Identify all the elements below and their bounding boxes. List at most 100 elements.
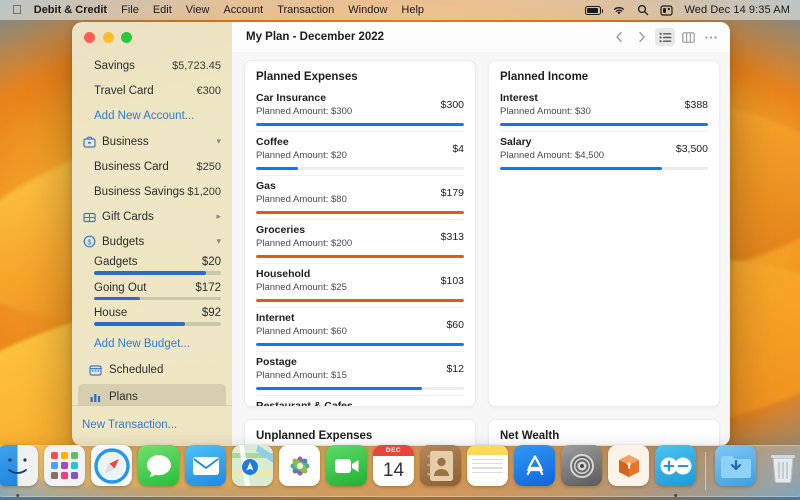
new-transaction-link[interactable]: New Transaction... [72,412,232,438]
gift-card-icon [82,210,96,224]
dock-item-notes[interactable] [467,445,508,492]
dock-item-trash[interactable] [762,445,800,492]
downloads-folder-icon[interactable] [715,445,756,486]
plan-row[interactable]: Coffee Planned Amount: $20 $4 [256,130,464,175]
sidebar-budget-gadgets[interactable]: Gadgets $20 [72,254,232,280]
chevron-down-icon[interactable]: ▾ [216,236,221,247]
calendar-icon[interactable]: DEC 14 [373,445,414,486]
minimize-button[interactable] [102,31,114,43]
sidebar-account-business-card[interactable]: Business Card $250 [72,154,232,179]
dock-item-launchpad[interactable] [44,445,85,492]
package-icon[interactable] [608,445,649,486]
plan-row[interactable]: Postage Planned Amount: $15 $12 [256,350,464,395]
plan-row-planned-amount: Planned Amount: $300 [256,106,353,118]
apple-logo-icon[interactable]:  [12,3,22,16]
dock-item-calendar[interactable]: DEC 14 [373,445,414,492]
messages-icon[interactable] [138,445,179,486]
plan-row[interactable]: Car Insurance Planned Amount: $300 $300 [256,91,464,131]
back-button[interactable] [609,28,629,46]
menu-item-view[interactable]: View [186,4,210,16]
maps-icon[interactable] [232,445,273,486]
plan-row[interactable]: Salary Planned Amount: $4,500 $3,500 [500,130,708,175]
search-icon[interactable] [637,4,649,16]
menubar-clock[interactable]: Wed Dec 14 9:35 AM [684,4,790,16]
add-new-budget-link[interactable]: Add New Budget... [72,331,232,357]
app-store-icon[interactable] [514,445,555,486]
card-net-wealth: Net Wealth [488,419,720,446]
dock-item-package[interactable] [608,445,649,492]
dock-item-system-settings[interactable] [561,445,602,492]
dock-item-debit-and-credit[interactable] [655,445,696,497]
plan-row[interactable]: Restaurant & CafesPlanned Amount: $70$78 [256,394,464,406]
sidebar-account-savings[interactable]: Savings $5,723.45 [72,53,232,78]
sidebar-account-travel-card[interactable]: Travel Card €300 [72,78,232,103]
sidebar-item-plans[interactable]: Plans [78,383,226,405]
menu-item-file[interactable]: File [121,4,139,16]
column-view-button[interactable] [678,28,698,46]
plan-row-progress-track [256,122,464,126]
account-name: Savings [94,59,135,72]
notes-icon[interactable] [467,445,508,486]
chevron-right-icon[interactable]: ▸ [216,211,221,222]
chevron-down-icon[interactable]: ▾ [216,136,221,147]
safari-icon[interactable] [91,445,132,486]
mail-icon[interactable] [185,445,226,486]
budget-amount: $172 [195,281,221,294]
dock-item-messages[interactable] [138,445,179,492]
account-name: Business Savings [94,185,185,198]
finder-icon[interactable] [0,445,38,486]
battery-icon[interactable] [585,5,604,15]
plan-row-actual-amount: $300 [440,99,464,111]
forward-button[interactable] [632,28,652,46]
dock-item-facetime[interactable] [326,445,367,492]
sidebar-scroll-area[interactable]: Savings $5,723.45 Travel Card €300 Add N… [72,52,232,405]
menu-item-account[interactable]: Account [223,4,263,16]
menu-item-window[interactable]: Window [348,4,387,16]
contacts-icon[interactable] [420,445,461,486]
trash-icon[interactable] [762,445,800,486]
plan-row[interactable]: Household Planned Amount: $25 $103 [256,262,464,307]
account-amount: €300 [196,84,221,97]
dock-item-finder[interactable] [0,445,38,497]
photos-icon[interactable] [279,445,320,486]
control-center-icon[interactable] [660,4,674,16]
budget-progress-fill [94,322,186,326]
more-options-button[interactable] [701,28,721,46]
menu-item-transaction[interactable]: Transaction [277,4,334,16]
plan-row[interactable]: Internet Planned Amount: $60 $60 [256,306,464,351]
wifi-icon[interactable] [612,5,626,16]
dock-item-safari[interactable] [91,445,132,492]
sidebar-item-scheduled[interactable]: Scheduled [78,357,226,384]
plan-row-actual-amount: $3,500 [675,142,708,155]
add-new-account-link[interactable]: Add New Account... [72,103,232,129]
sidebar-group-budgets[interactable]: $ Budgets ▾ [72,229,232,254]
menu-app-name[interactable]: Debit & Credit [34,4,107,16]
facetime-icon[interactable] [326,445,367,486]
dock-item-downloads-folder[interactable] [715,445,756,492]
dock-item-maps[interactable] [232,445,273,492]
plan-row-progress-fill [256,210,464,214]
plan-row[interactable]: Gas Planned Amount: $80 $179 [256,174,464,219]
sidebar-item-gift-cards[interactable]: Gift Cards ▸ [72,204,232,229]
sidebar-budget-house[interactable]: House $92 [72,305,232,331]
plan-row[interactable]: Groceries Planned Amount: $200 $313 [256,218,464,263]
dock-item-app-store[interactable] [514,445,555,492]
sidebar-account-business-savings[interactable]: Business Savings $1,200 [72,179,232,204]
list-view-button[interactable] [655,28,675,46]
plan-row-name: Postage [256,355,297,368]
debit-and-credit-icon[interactable] [655,445,696,486]
zoom-button[interactable] [121,31,132,43]
dock-item-contacts[interactable] [420,445,461,492]
dock-item-photos[interactable] [279,445,320,492]
plan-row[interactable]: Interest Planned Amount: $30 $388 [500,91,708,131]
close-button[interactable] [84,31,95,43]
sidebar-budget-going-out[interactable]: Going Out $172 [72,280,232,306]
sidebar: Savings $5,723.45 Travel Card €300 Add N… [72,22,232,446]
sidebar-group-business[interactable]: Business ▾ [72,129,232,154]
launchpad-icon[interactable] [44,445,85,486]
plan-row-actual-amount: $179 [440,186,464,199]
menu-item-edit[interactable]: Edit [153,4,172,16]
menu-item-help[interactable]: Help [401,4,424,16]
dock-item-mail[interactable] [185,445,226,492]
system-settings-icon[interactable] [561,445,602,486]
